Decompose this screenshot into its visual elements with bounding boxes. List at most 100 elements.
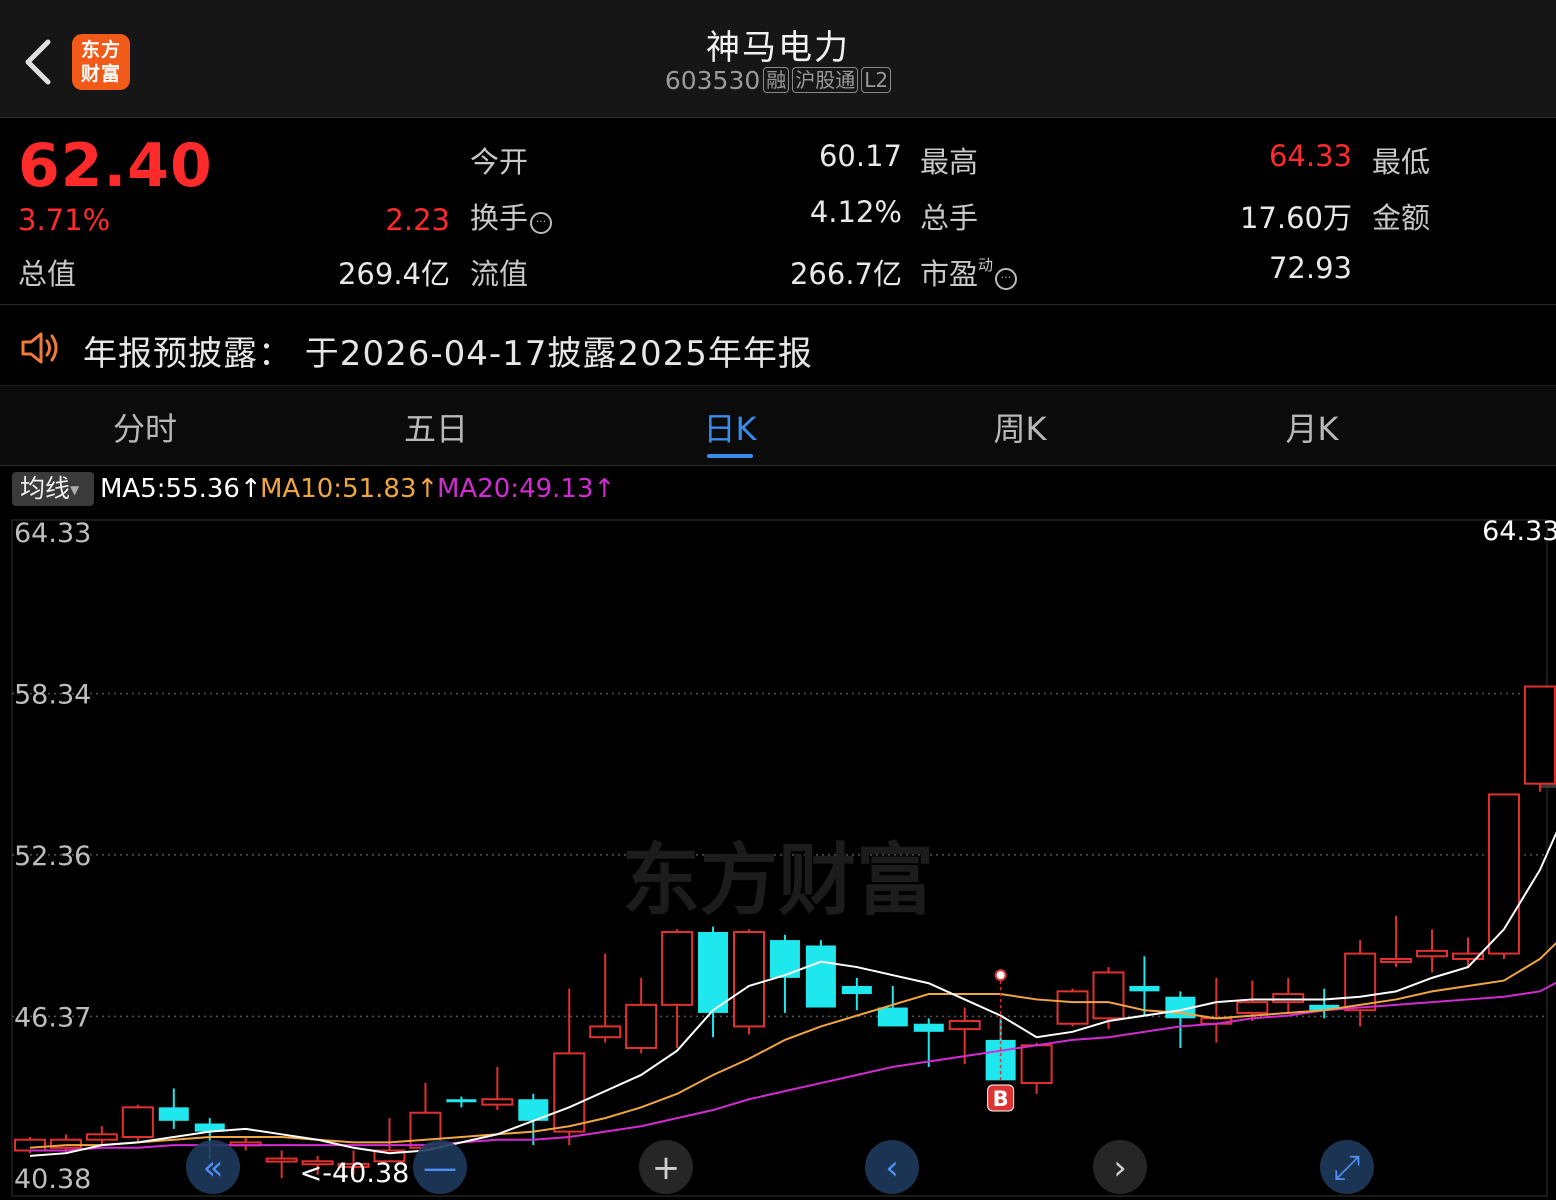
candle-up [553, 1052, 586, 1133]
stock-code: 603530 [664, 66, 761, 95]
max-price-label: 64.33-> [1482, 516, 1556, 547]
turnover-label[interactable]: 换手 ··· [470, 195, 553, 237]
candle-up [1236, 1001, 1269, 1014]
turnover-label-text: 换手 [470, 201, 529, 235]
period-tabs: 分时 五日 日K 周K 月K [0, 386, 1556, 466]
ma-selector-button[interactable]: 均线▼ [12, 472, 94, 506]
pe-dynamic-mark: 动 [978, 256, 994, 274]
chevron-right-button[interactable]: › [1093, 1140, 1147, 1194]
app-header: 东方 财富 神马电力 603530 融沪股通 L2 [0, 0, 1556, 118]
candle-down [805, 945, 836, 1008]
chevron-right-icon: › [1113, 1148, 1127, 1188]
tab-monthly-k[interactable]: 月K [1212, 404, 1412, 450]
chevron-left-icon: ‹ [885, 1148, 899, 1188]
open-value: 60.17 [818, 139, 902, 173]
tab-intraday[interactable]: 分时 [45, 404, 245, 450]
pe-label[interactable]: 市盈动··· [920, 251, 1018, 293]
candle-up [481, 1098, 514, 1106]
market-cap-label: 总值 [18, 257, 77, 291]
stock-subtitle: 603530 融沪股通 L2 [0, 66, 1556, 95]
candle-up [625, 1003, 658, 1049]
low-label: 最低 [1372, 145, 1431, 179]
y-tick-label: 52.36 [14, 841, 91, 872]
ma-legend: 均线▼ MA5:55.36↑ MA10:51.83↑ MA20:49.13↑ [0, 468, 1556, 512]
zoom-in-button[interactable]: + [639, 1140, 693, 1194]
float-cap-value: 266.7亿 [789, 257, 902, 291]
float-cap-label: 流值 [470, 257, 529, 291]
high-value: 64.33 [1268, 139, 1352, 173]
tab-weekly-k[interactable]: 周K [920, 404, 1120, 450]
candle-up [1020, 1044, 1053, 1085]
tag-level2: L2 [861, 67, 892, 93]
kline-chart[interactable]: 64.33 58.34 52.36 46.37 40.38 东方财富 64.33-> <-40… [0, 512, 1556, 1200]
change-amount: 2.23 [385, 203, 450, 237]
candle-up [1056, 990, 1089, 1025]
candle-up [1092, 971, 1125, 1020]
ma20-label: MA20:49.13↑ [437, 474, 616, 504]
ma10-label: MA10:51.83↑ [260, 474, 439, 504]
y-tick-label: 58.34 [14, 680, 91, 711]
last-price: 62.40 [18, 131, 213, 201]
candle-up [1344, 952, 1377, 1012]
active-tab-indicator [707, 454, 753, 458]
zoom-out-button[interactable]: — [413, 1140, 467, 1194]
scroll-left-fast-button[interactable]: « [186, 1140, 240, 1194]
high-label: 最高 [920, 145, 979, 179]
candle-down [841, 985, 872, 995]
dropdown-icon: ▼ [70, 483, 80, 497]
volume-value: 17.60万 [1239, 201, 1352, 235]
candle-up [1416, 949, 1449, 958]
change-percent: 3.71% [18, 203, 111, 237]
tab-five-day[interactable]: 五日 [336, 404, 536, 450]
ma5-label: MA5:55.36↑ [100, 474, 262, 504]
tag-shanghai-connect: 沪股通 [792, 67, 859, 93]
candle-up [14, 1138, 46, 1152]
speaker-icon [21, 332, 58, 364]
tag-margin: 融 [763, 67, 790, 93]
candle-up [661, 931, 694, 1006]
candle-up [948, 1020, 981, 1031]
info-icon[interactable]: ··· [530, 212, 553, 234]
candle-down [877, 1007, 908, 1027]
announcement-bar[interactable]: 年报预披露： 于2026-04-17披露2025年年报 [0, 306, 1556, 386]
zoom-out-icon: — [423, 1148, 457, 1188]
buy-marker-dot [994, 969, 1007, 982]
chevron-left-button[interactable]: ‹ [865, 1140, 919, 1194]
tab-daily-k[interactable]: 日K [630, 404, 830, 450]
announcement-text: 年报预披露： 于2026-04-17披露2025年年报 [83, 334, 813, 374]
candle-down [698, 932, 729, 1013]
candle-up [265, 1157, 298, 1163]
turnover-value: 4.12% [809, 195, 902, 229]
quote-panel: 62.40 3.71% 2.23 总值 269.4亿 今开 60.17 换手 ··… [0, 119, 1556, 305]
ma-selector-label: 均线 [20, 474, 71, 503]
market-cap-value: 269.4亿 [337, 257, 450, 291]
y-tick-label: 40.38 [14, 1164, 91, 1195]
zoom-in-icon: + [652, 1148, 681, 1188]
pe-label-text: 市盈 [920, 257, 979, 291]
candle-up [1380, 957, 1413, 963]
expand-button[interactable]: ⤢ [1320, 1140, 1374, 1194]
candle-down [446, 1099, 477, 1103]
candle-up [733, 931, 765, 1028]
candle-up [121, 1106, 154, 1139]
candle-down [1129, 985, 1160, 992]
pe-value: 72.93 [1268, 251, 1352, 285]
min-price-label: <-40.38 [300, 1158, 410, 1189]
watermark: 东方财富 [622, 836, 934, 926]
kline-svg[interactable]: 64.33 58.34 52.36 46.37 40.38 东方财富 64.33-> <-40… [0, 512, 1556, 1200]
y-tick-label: 64.33 [14, 518, 91, 549]
info-icon[interactable]: ··· [995, 268, 1018, 290]
candle-up [1272, 993, 1305, 1004]
buy-marker-label: B [993, 1087, 1009, 1111]
amount-label: 金额 [1372, 201, 1431, 235]
expand-icon: ⤢ [1333, 1148, 1360, 1188]
open-label: 今开 [470, 145, 529, 179]
candle-up [85, 1133, 118, 1141]
candle-down [158, 1107, 189, 1121]
stock-name: 神马电力 [706, 28, 850, 68]
candle-up [1523, 685, 1556, 785]
y-tick-label: 46.37 [14, 1002, 91, 1033]
volume-label: 总手 [920, 201, 979, 235]
candle-up [589, 1025, 622, 1039]
scroll-left-fast-icon: « [203, 1148, 224, 1188]
